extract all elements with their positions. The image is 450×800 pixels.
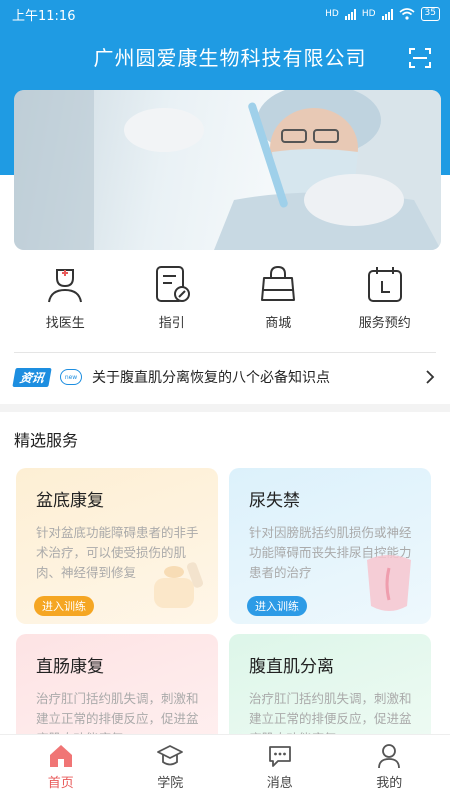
quick-nav: 找医生 指引 商城 服务预约	[0, 262, 450, 337]
doctor-icon	[48, 269, 83, 303]
network-label-2: HD	[361, 9, 376, 19]
quick-nav-appointment[interactable]: 服务预约	[340, 262, 430, 337]
status-bar: 上午11:16 HD HD 35	[0, 0, 450, 28]
shopping-bag-icon	[261, 265, 296, 301]
tab-home[interactable]: 首页	[16, 735, 106, 800]
quick-nav-guide[interactable]: 指引	[127, 262, 217, 337]
app-title: 广州圆爱康生物科技有限公司	[93, 46, 367, 70]
guide-icon	[155, 266, 190, 302]
pelvis-illustration-icon	[367, 555, 411, 611]
tab-profile[interactable]: 我的	[344, 735, 434, 800]
quick-nav-mall[interactable]: 商城	[233, 262, 323, 337]
scan-icon[interactable]	[408, 46, 432, 70]
graduation-cap-icon	[157, 745, 184, 766]
card-title: 直肠康复	[36, 657, 104, 677]
bottom-tab-bar: 首页 学院 消息 我的	[0, 734, 450, 800]
card-title: 尿失禁	[249, 491, 300, 511]
quick-nav-find-doctor[interactable]: 找医生	[20, 262, 110, 337]
tab-label: 首页	[47, 776, 74, 791]
card-title: 腹直肌分离	[249, 657, 334, 677]
enter-training-button[interactable]: 进入训练	[247, 596, 307, 616]
user-icon	[378, 744, 401, 769]
news-headline[interactable]: 关于腹直肌分离恢复的八个必备知识点	[92, 367, 424, 387]
home-icon	[49, 745, 72, 767]
pelvic-device-icon	[154, 562, 204, 608]
tab-label: 我的	[376, 776, 403, 791]
news-ticker[interactable]: 资讯 new 关于腹直肌分离恢复的八个必备知识点	[12, 364, 436, 390]
doctor-lab-illustration	[14, 90, 441, 250]
tab-academy[interactable]: 学院	[125, 735, 215, 800]
chevron-right-icon[interactable]	[424, 370, 436, 384]
service-card-pelvic-floor[interactable]: 盆底康复 针对盆底功能障碍患者的非手术治疗，可以使受损伤的肌肉、神经得到修复 进…	[16, 468, 218, 624]
battery-icon: 35	[420, 7, 440, 21]
signal-icon-2	[381, 8, 393, 20]
quick-nav-label: 商城	[265, 316, 292, 331]
status-time: 上午11:16	[12, 8, 76, 24]
signal-icon	[344, 8, 356, 20]
card-title: 盆底康复	[36, 491, 104, 511]
service-card-incontinence[interactable]: 尿失禁 针对因膀胱括约肌损伤或神经功能障碍而丧失排尿自控能力患者的治疗 进入训练	[229, 468, 431, 624]
news-tag: 资讯	[12, 367, 52, 387]
section-separator	[0, 404, 450, 412]
tab-label: 学院	[157, 776, 184, 791]
tab-messages[interactable]: 消息	[235, 735, 325, 800]
wifi-icon	[399, 8, 415, 20]
network-label-1: HD	[325, 9, 339, 19]
tab-label: 消息	[266, 776, 293, 791]
quick-nav-label: 指引	[158, 316, 185, 331]
status-indicators: HD HD 35	[325, 7, 440, 21]
new-badge-icon: new	[60, 369, 83, 385]
divider	[14, 352, 436, 353]
banner-image[interactable]	[14, 90, 441, 250]
calendar-clock-icon	[367, 267, 402, 302]
enter-training-button[interactable]: 进入训练	[34, 596, 94, 616]
section-title: 精选服务	[14, 431, 79, 450]
chat-bubble-icon	[268, 746, 291, 767]
quick-nav-label: 找医生	[45, 316, 85, 331]
quick-nav-label: 服务预约	[358, 316, 411, 331]
